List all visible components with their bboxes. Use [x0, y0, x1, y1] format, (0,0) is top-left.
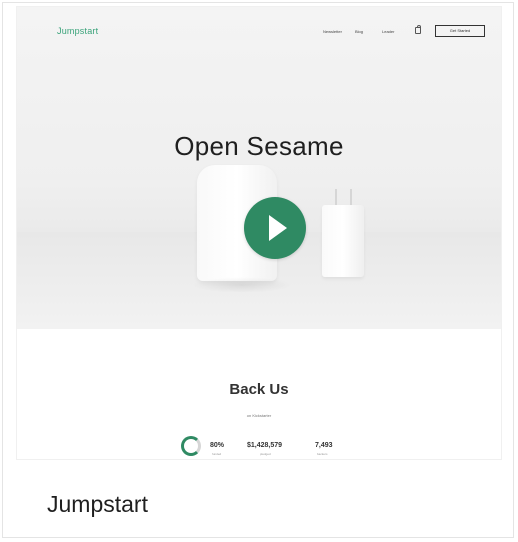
progress-ring-icon	[181, 436, 201, 456]
website-preview: Jumpstart Newsletter Blog Leader Get Sta…	[17, 7, 501, 459]
thumbnail-card[interactable]: Jumpstart Newsletter Blog Leader Get Sta…	[2, 2, 514, 538]
product-shadow	[192, 277, 292, 293]
stat-funded-label: funded	[212, 452, 222, 456]
top-nav: Jumpstart Newsletter Blog Leader Get Sta…	[17, 7, 501, 57]
back-us-subtitle: on Kickstarter	[246, 413, 272, 418]
back-us-title: Back Us	[229, 381, 289, 398]
hero-section: Jumpstart Newsletter Blog Leader Get Sta…	[17, 7, 501, 329]
stat-pledged-value: $1,428,579	[247, 442, 283, 449]
site-logo[interactable]: Jumpstart	[57, 26, 98, 36]
nav-link-blog[interactable]: Blog	[355, 29, 363, 34]
nav-link-leader[interactable]: Leader	[382, 29, 394, 34]
get-started-button[interactable]: Get Started	[435, 25, 485, 37]
card-caption[interactable]: Jumpstart	[47, 491, 148, 518]
shopping-bag-icon[interactable]	[415, 25, 421, 34]
stat-pledged-label: pledged	[260, 452, 271, 456]
stat-funded-value: 80%	[210, 442, 225, 449]
hero-title: Open Sesame	[174, 131, 344, 161]
play-video-button[interactable]	[244, 197, 306, 259]
play-icon	[269, 215, 287, 241]
stat-backers-value: 7,493	[315, 442, 333, 449]
stat-backers-label: backers	[317, 452, 328, 456]
product-plug	[322, 205, 364, 277]
nav-link-newsletter[interactable]: Newsletter	[323, 29, 342, 34]
